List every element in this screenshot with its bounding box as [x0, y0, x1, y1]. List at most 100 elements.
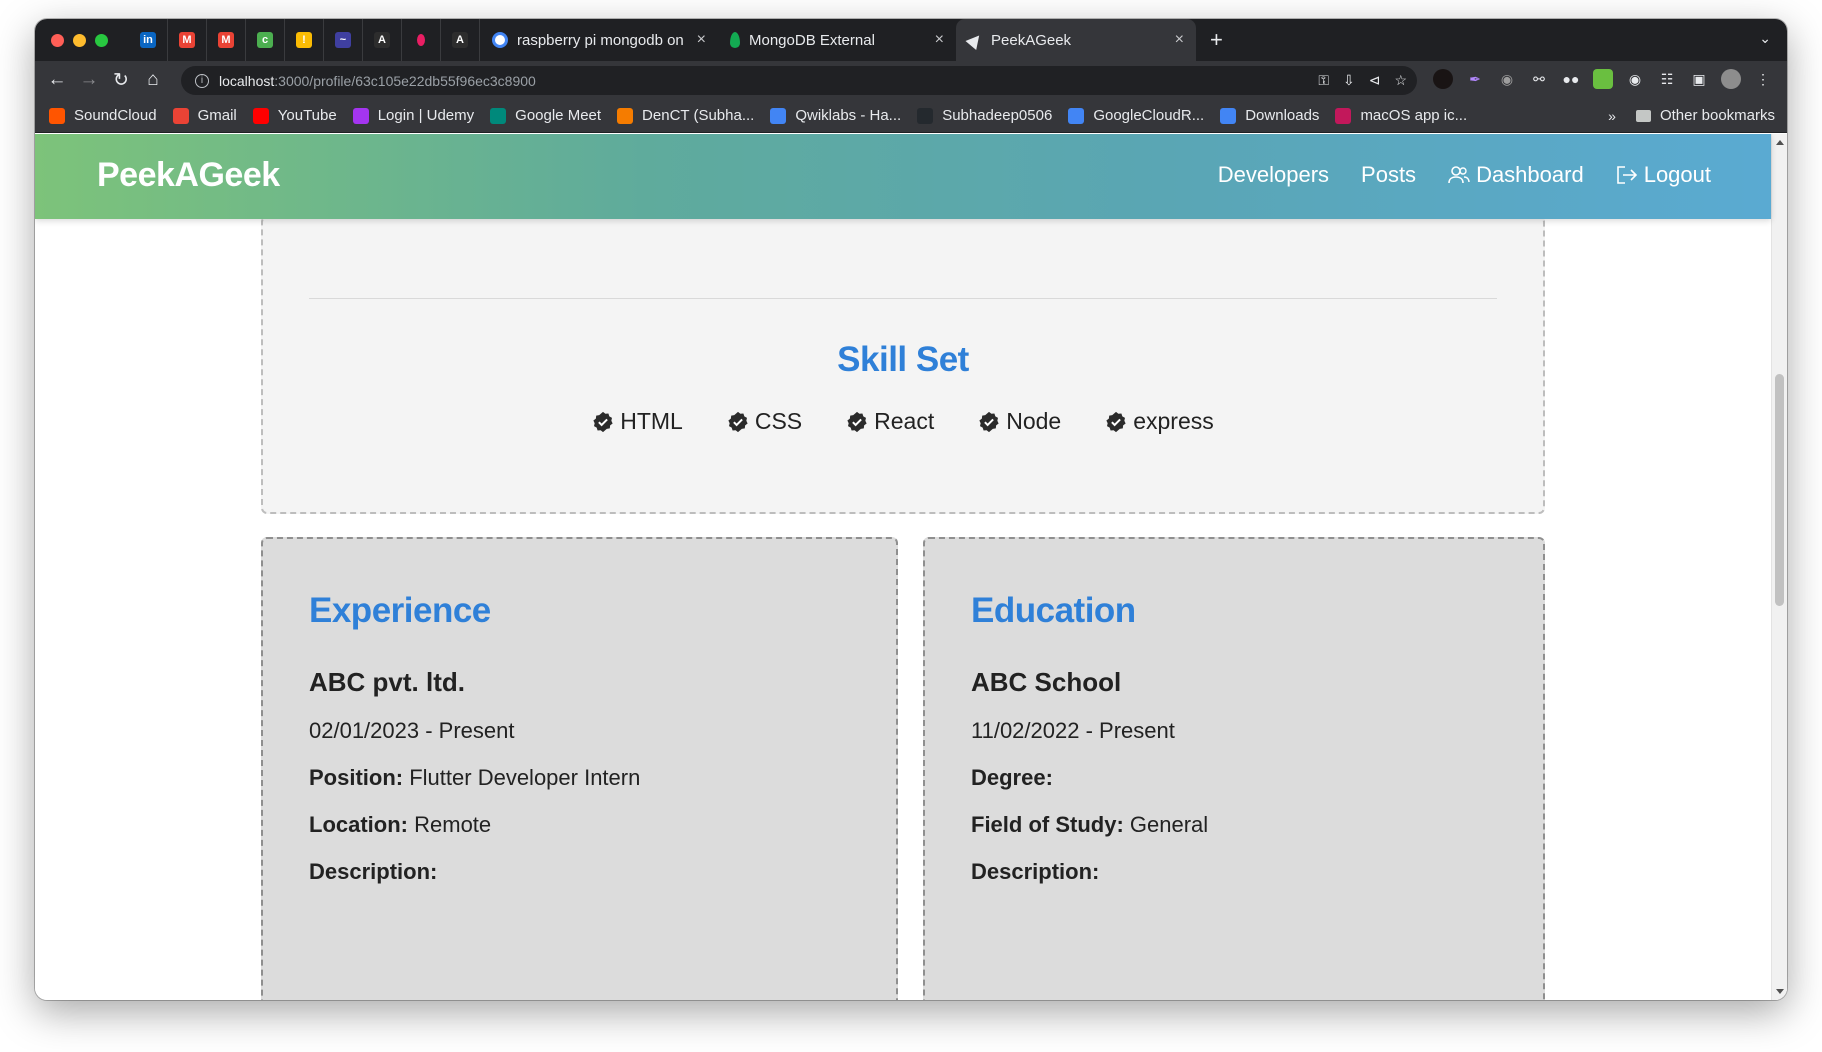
bookmark-item[interactable]: Qwiklabs - Ha... — [770, 107, 901, 124]
location-value: Remote — [414, 812, 492, 837]
close-tab-icon[interactable]: × — [935, 31, 944, 49]
scroll-down-arrow[interactable] — [1776, 989, 1784, 994]
pinned-tab-keep[interactable]: ! — [285, 19, 324, 61]
avatar[interactable] — [1721, 69, 1741, 89]
home-icon[interactable]: ⌂ — [137, 69, 169, 91]
medium-icon[interactable]: ●● — [1561, 69, 1581, 89]
puzzle-icon[interactable]: ☷ — [1657, 69, 1677, 89]
tab-search-icon[interactable]: ⌄ — [1759, 30, 1771, 47]
position-label: Position: — [309, 765, 404, 790]
extensions-area: ✒ ◉ ⚯ ●● ◉ ☷ ▣ ⋮ — [1433, 69, 1773, 89]
bookmark-label: SoundCloud — [74, 107, 157, 124]
site-navbar: PeekAGeek Developers Posts Dashboard Log… — [35, 134, 1771, 219]
reload-icon[interactable]: ↻ — [105, 69, 137, 92]
extension-icon[interactable]: ◉ — [1497, 69, 1517, 89]
pinned-tab-linkedin[interactable]: in — [129, 19, 168, 61]
logout-icon — [1616, 166, 1637, 184]
pinned-tab-gmail[interactable]: M — [168, 19, 207, 61]
bookmark-label: Qwiklabs - Ha... — [795, 107, 902, 124]
bookmark-item[interactable]: Subhadeep0506 — [917, 107, 1052, 124]
bookmark-label: Subhadeep0506 — [942, 107, 1053, 124]
bookmark-item[interactable]: GoogleCloudR... — [1068, 107, 1204, 124]
close-tab-icon[interactable]: × — [697, 31, 706, 49]
bookmark-label: Google Meet — [515, 107, 602, 124]
check-badge-icon — [728, 411, 748, 432]
sidepanel-icon[interactable]: ▣ — [1689, 69, 1709, 89]
page-scrollbar[interactable] — [1771, 134, 1787, 1000]
pinned-tab-app-4[interactable] — [402, 19, 441, 61]
field-label: Field of Study: — [971, 812, 1124, 837]
bookmark-item[interactable]: DenCT (Subha... — [617, 107, 754, 124]
url-path: :3000/profile/63c105e22db55f96ec3c8900 — [274, 72, 536, 89]
key-icon[interactable]: ⚿ — [1318, 72, 1329, 89]
app-icon — [417, 34, 425, 46]
tab-title: MongoDB External — [749, 31, 875, 49]
site-info-icon[interactable]: i — [195, 73, 209, 88]
nav-developers-label: Developers — [1217, 162, 1330, 187]
nav-developers[interactable]: Developers — [1218, 162, 1329, 188]
users-icon — [1448, 166, 1470, 184]
pinned-tab-app-2[interactable]: ~ — [324, 19, 363, 61]
experience-dates: 02/01/2023 - Present — [309, 718, 515, 743]
nav-logout[interactable]: Logout — [1616, 162, 1711, 188]
glasses-icon[interactable]: ⚯ — [1529, 69, 1549, 89]
tab-raspberry[interactable]: raspberry pi mongodb on × — [480, 19, 718, 61]
nav-dashboard-label: Dashboard — [1476, 162, 1584, 187]
spotify-icon[interactable] — [1433, 69, 1453, 89]
skill-label: CSS — [754, 408, 803, 434]
bookmark-item[interactable]: Login | Udemy — [352, 107, 474, 124]
address-bar[interactable]: i localhost:3000/profile/63c105e22db55f9… — [181, 66, 1417, 95]
bookmark-item[interactable]: macOS app ic... — [1335, 107, 1467, 124]
bookmark-favicon-icon — [352, 107, 369, 124]
skill-label: Node — [1006, 408, 1062, 434]
mongodb-icon — [730, 32, 740, 48]
more-menu-icon[interactable]: ⋮ — [1753, 69, 1773, 89]
bookmark-item[interactable]: Gmail — [172, 107, 237, 124]
bookmark-item[interactable]: YouTube — [252, 107, 337, 124]
bookmark-star-icon[interactable]: ☆ — [1394, 72, 1407, 89]
bookmark-favicon-icon — [1335, 107, 1352, 124]
tab-peekageek[interactable]: PeekAGeek × — [956, 19, 1196, 61]
close-tab-icon[interactable]: × — [1175, 31, 1184, 49]
window-controls — [51, 33, 129, 47]
skill-item: CSS — [727, 408, 802, 435]
scroll-up-arrow[interactable] — [1776, 140, 1784, 145]
android-icon[interactable] — [1593, 69, 1613, 89]
bookmark-favicon-icon — [1220, 107, 1237, 124]
other-bookmarks-button[interactable]: Other bookmarks — [1660, 107, 1775, 124]
nav-dashboard[interactable]: Dashboard — [1448, 162, 1584, 188]
description-row: Description: — [971, 859, 1099, 885]
pinned-tab-app-3[interactable]: A — [363, 19, 402, 61]
back-icon[interactable]: ← — [41, 69, 73, 91]
share-icon[interactable]: ⊲ — [1369, 72, 1381, 89]
more-bookmarks-button[interactable]: » — [1608, 108, 1616, 124]
zoom-window-button[interactable] — [95, 33, 108, 47]
scrollbar-thumb[interactable] — [1775, 374, 1784, 606]
nav-posts[interactable]: Posts — [1361, 162, 1416, 188]
education-card: Education ABC School 11/02/2022 - Presen… — [923, 537, 1545, 1000]
close-window-button[interactable] — [51, 33, 64, 47]
keep-icon: ! — [296, 32, 312, 48]
camera-icon[interactable]: ◉ — [1625, 69, 1645, 89]
pinned-tab-app-5[interactable]: A — [441, 19, 480, 61]
minimize-window-button[interactable] — [73, 33, 86, 47]
bookmark-item[interactable]: Downloads — [1220, 107, 1319, 124]
new-tab-button[interactable]: + — [1210, 27, 1223, 53]
site-logo[interactable]: PeekAGeek — [97, 156, 280, 195]
bookmark-item[interactable]: Google Meet — [490, 107, 601, 124]
pinned-tab-gmail-2[interactable]: M — [207, 19, 246, 61]
url-text[interactable]: localhost:3000/profile/63c105e22db55f96e… — [219, 73, 536, 89]
forward-icon[interactable]: → — [73, 69, 105, 91]
nav-posts-label: Posts — [1361, 162, 1417, 187]
location-row: Location: Remote — [309, 812, 491, 838]
pinned-tab-app[interactable]: c — [246, 19, 285, 61]
feather-icon[interactable]: ✒ — [1465, 69, 1485, 89]
install-icon[interactable]: ⇩ — [1343, 72, 1355, 89]
bookmark-favicon-icon — [917, 107, 934, 124]
nav-links: Developers Posts Dashboard Logout — [1218, 162, 1711, 188]
description-label: Description: — [971, 859, 1100, 884]
omnibox-actions: ⚿ ⇩ ⊲ ☆ — [1318, 72, 1407, 89]
tab-mongodb[interactable]: MongoDB External × — [718, 19, 956, 61]
url-host: localhost — [219, 72, 275, 89]
bookmark-item[interactable]: SoundCloud — [49, 107, 157, 124]
